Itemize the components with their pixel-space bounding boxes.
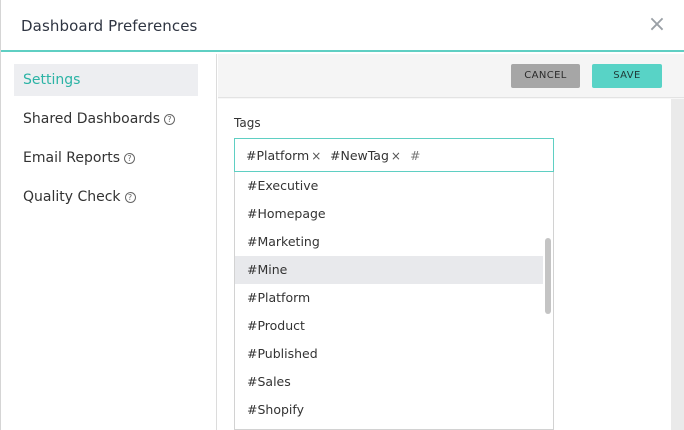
sidebar: Settings Shared Dashboards? Email Report… [1, 54, 217, 430]
list-item[interactable]: #Mine [235, 256, 543, 284]
tag-chip: #Platform × [246, 148, 321, 163]
list-item[interactable]: #Homepage [235, 200, 543, 228]
sidebar-item-email-reports[interactable]: Email Reports? [14, 142, 198, 174]
tag-suggestions-dropdown: #Executive #Homepage #Marketing #Mine #P… [234, 172, 554, 430]
modal-header: Dashboard Preferences × [1, 0, 684, 52]
tags-input[interactable]: #Platform × #NewTag × # [234, 138, 554, 172]
remove-tag-icon[interactable]: × [391, 149, 401, 163]
tag-chip: #NewTag × [330, 148, 401, 163]
list-item[interactable]: #Published [235, 340, 543, 368]
list-item[interactable]: #Sales [235, 368, 543, 396]
tag-text-entry[interactable]: # [410, 148, 420, 163]
sidebar-item-label: Settings [23, 72, 81, 88]
sidebar-item-label: Quality Check [23, 189, 121, 205]
sidebar-item-shared-dashboards[interactable]: Shared Dashboards? [14, 103, 198, 135]
list-item[interactable]: #Platform [235, 284, 543, 312]
modal-title: Dashboard Preferences [21, 17, 198, 35]
cancel-button[interactable]: CANCEL [511, 64, 580, 88]
settings-panel: Tags #Platform × #NewTag × # #Executive #H… [218, 99, 671, 430]
help-circle-icon[interactable]: ? [124, 192, 136, 203]
sidebar-item-label: Shared Dashboards [23, 111, 160, 127]
settings-content: CANCEL SAVE Tags #Platform × #NewTag × # #… [218, 54, 684, 430]
tags-label: Tags [234, 116, 261, 130]
action-toolbar: CANCEL SAVE [218, 54, 684, 98]
remove-tag-icon[interactable]: × [311, 149, 321, 163]
tag-chip-label: #NewTag [330, 148, 389, 163]
help-circle-icon[interactable]: ? [124, 153, 135, 164]
sidebar-item-label: Email Reports [23, 150, 120, 166]
list-item[interactable]: #Marketing [235, 228, 543, 256]
list-item[interactable]: #Product [235, 312, 543, 340]
preferences-modal: Dashboard Preferences × Settings Shared … [0, 0, 684, 430]
save-button[interactable]: SAVE [592, 64, 662, 88]
help-circle-icon[interactable]: ? [164, 114, 175, 125]
sidebar-item-quality-check[interactable]: Quality Check? [14, 181, 198, 213]
dropdown-scrollbar[interactable] [545, 238, 551, 314]
panel-scrollbar[interactable] [671, 99, 684, 430]
tag-chip-label: #Platform [246, 148, 310, 163]
sidebar-item-settings[interactable]: Settings [14, 64, 198, 96]
close-icon[interactable]: × [647, 13, 667, 37]
list-item[interactable]: #Executive [235, 172, 543, 200]
list-item[interactable]: #Shopify [235, 396, 543, 424]
